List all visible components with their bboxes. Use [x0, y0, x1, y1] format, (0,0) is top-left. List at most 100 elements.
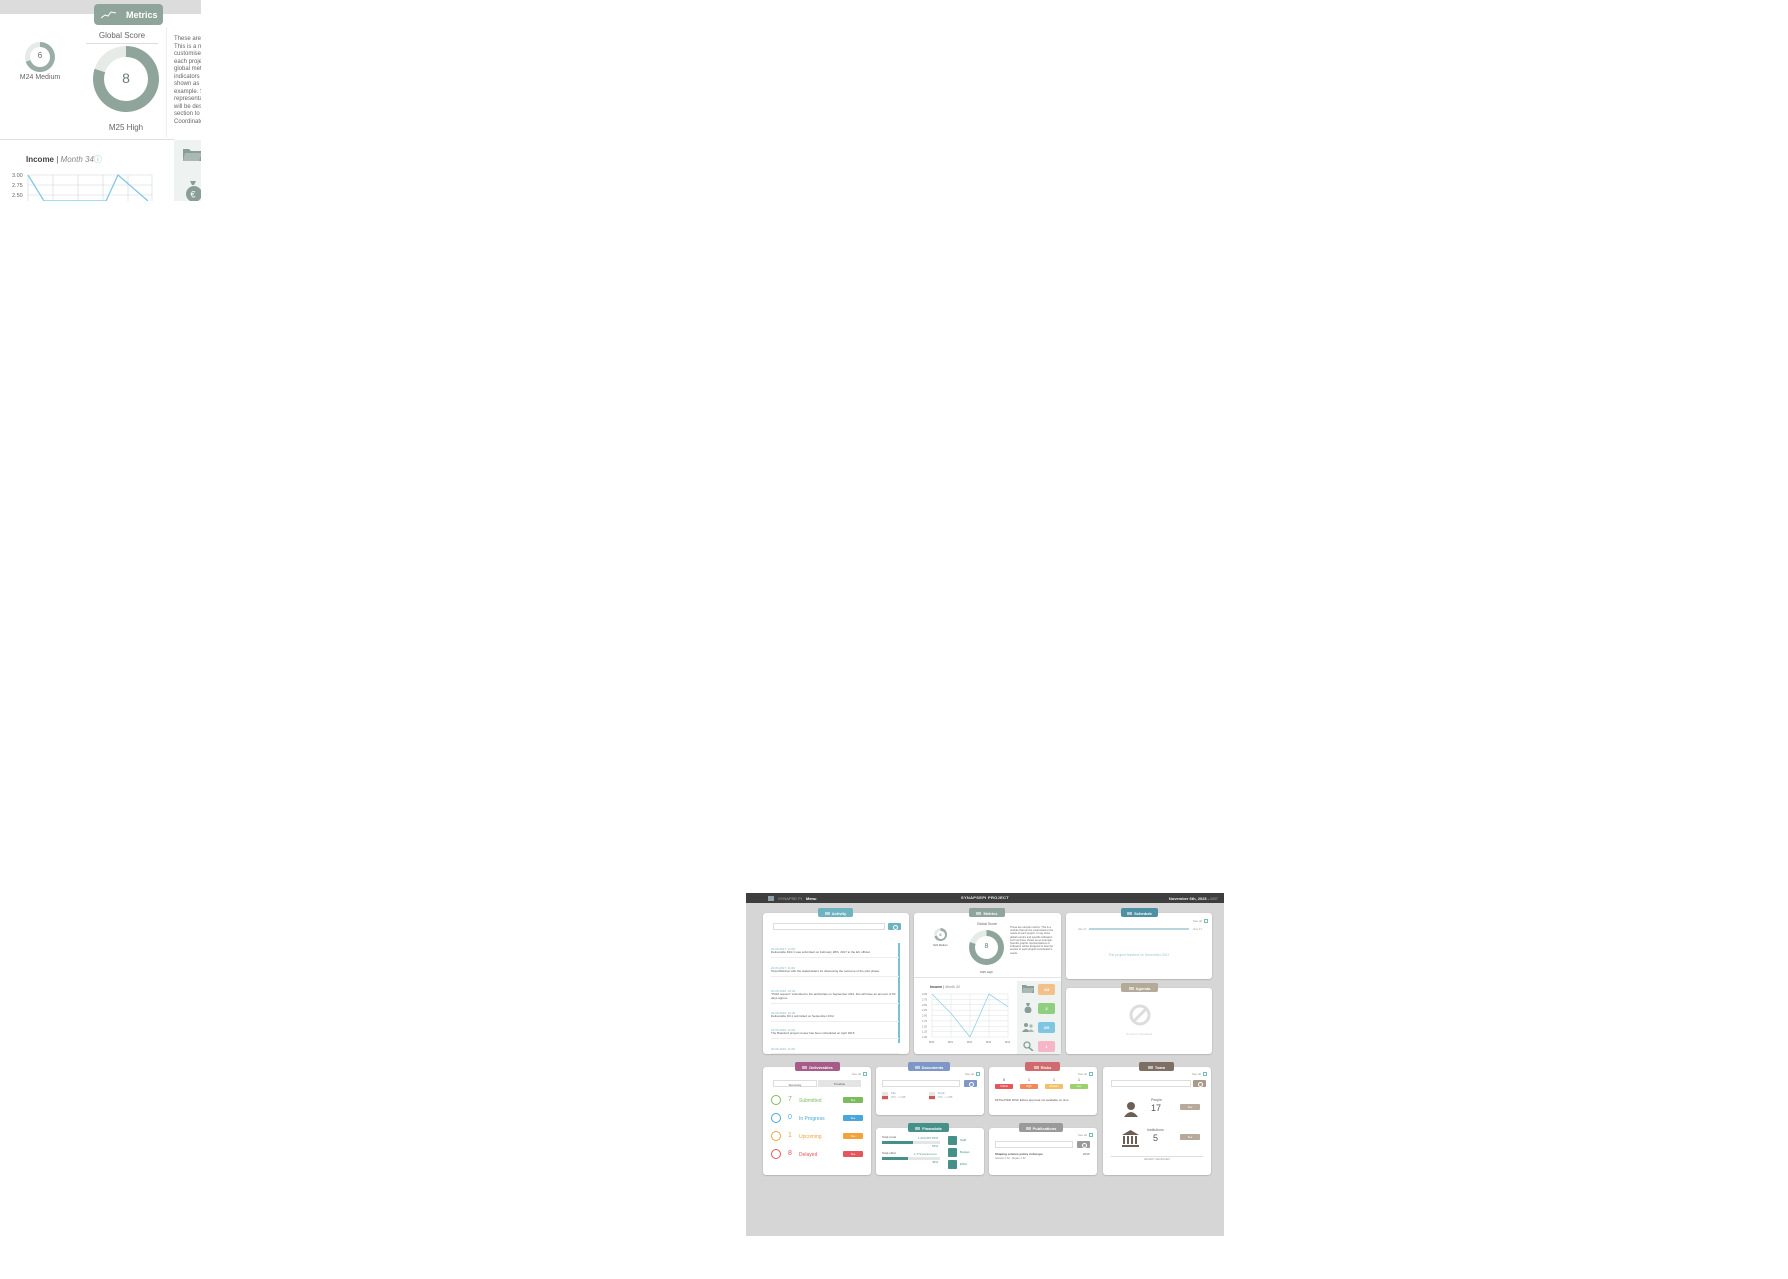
metric-tile[interactable]: 1/3 — [1038, 984, 1055, 995]
publication-year: 2016 — [1083, 1152, 1090, 1156]
institution-icon — [1122, 1130, 1139, 1147]
deliverables-tab[interactable]: Deliverables — [795, 1062, 840, 1071]
description-line: will be desi — [174, 103, 201, 110]
activity-item[interactable]: 20.06.2016, 11:00 — [771, 1047, 899, 1054]
global-score-value: 8 — [122, 70, 130, 86]
risk-level[interactable]: 1 Low — [1070, 1077, 1088, 1089]
metric-tile[interactable]: 1 — [1038, 1041, 1055, 1052]
people-label: People — [1151, 1098, 1162, 1102]
documents-tab[interactable]: Documents — [908, 1062, 950, 1071]
y-tick-label: 2.75 — [922, 997, 928, 1001]
metrics-tab-small[interactable]: Metrics — [969, 908, 1005, 917]
deliverable-status-row[interactable]: 1 Upcoming See — [771, 1130, 863, 1142]
income-info-text[interactable]: ⓘ — [94, 155, 102, 164]
team-search-input[interactable] — [1111, 1080, 1191, 1087]
publication-authors: Garcia J.M., Rojas J.M. — [995, 1156, 1027, 1160]
y-tick-label: 3.00 — [12, 173, 23, 179]
publications-tab-label: Publications — [1032, 1125, 1057, 1131]
description-line: indicators — [174, 73, 200, 80]
deliverable-status-row[interactable]: 7 Submitted See — [771, 1094, 863, 1106]
people-see-button[interactable]: See — [1180, 1104, 1200, 1110]
risk-level[interactable]: 1 High — [1020, 1077, 1038, 1089]
schedule-message: The project finished on December 2017 — [1108, 953, 1170, 957]
team-tab[interactable]: Team — [1139, 1062, 1174, 1071]
agenda-card: Agenda No items scheduled — [1066, 983, 1212, 1054]
schedule-see-all-link[interactable]: See all — [1193, 919, 1208, 924]
publications-see-all-link[interactable]: See all — [1078, 1133, 1093, 1138]
small-score-value: 6 — [936, 930, 945, 939]
agenda-tab[interactable]: Agenda — [1121, 983, 1158, 992]
financial-link-label: Effort — [960, 1162, 968, 1166]
team-see-all-link[interactable]: See all — [1191, 1072, 1207, 1077]
publications-search-button[interactable] — [1077, 1141, 1090, 1148]
people-icon — [1022, 1023, 1034, 1032]
metric-tile[interactable]: 2 — [1038, 1003, 1055, 1014]
activity-item[interactable]: 20.06.2017, 11:00 Deliverable D10.1 was s… — [771, 947, 899, 958]
income-line-zoom — [27, 174, 149, 201]
institutions-see-button[interactable]: See — [1180, 1134, 1200, 1140]
documents-search-input[interactable] — [882, 1080, 960, 1087]
recent-searches-label: RECENT SEARCHES — [1111, 1156, 1203, 1161]
activity-tab[interactable]: Activity — [818, 908, 853, 917]
risk-level[interactable]: 1 Medium — [1045, 1077, 1063, 1089]
publications-search-input[interactable] — [995, 1141, 1073, 1148]
documents-see-all-link[interactable]: See all — [965, 1072, 980, 1077]
see-button[interactable]: See — [843, 1133, 863, 1139]
external-link-icon — [1204, 919, 1208, 924]
see-button[interactable]: See — [843, 1097, 863, 1103]
risk-count: 0 — [1002, 1077, 1006, 1082]
no-items-icon — [1129, 1004, 1151, 1026]
deliverables-card: Deliverables See all Summary Timeline 7 S… — [763, 1062, 871, 1175]
documents-search-button[interactable] — [964, 1080, 977, 1087]
activity-icon — [824, 911, 830, 915]
deliverable-status-row[interactable]: 8 Delayed See — [771, 1148, 863, 1160]
risk-level[interactable]: 0 Critical — [995, 1077, 1013, 1089]
deliverables-see-all-link[interactable]: See all — [852, 1072, 867, 1077]
financials-tab[interactable]: Financials — [908, 1123, 949, 1132]
activity-item[interactable]: 22.06.2016, 11:00 The Brainlord project r… — [771, 1028, 899, 1039]
deliverable-status-row[interactable]: 0 In Progress See — [771, 1112, 863, 1124]
status-label: In Progress — [799, 1116, 825, 1122]
risk-count: 1 — [1077, 1077, 1081, 1082]
risks-card: Risks See all 0 Critical 1 High 1 Medium 1 Low … — [989, 1062, 1097, 1115]
file-meta: PDF - 1.2MB — [891, 1096, 906, 1099]
risks-see-all-link[interactable]: See all — [1078, 1072, 1093, 1077]
financial-icon — [948, 1148, 957, 1157]
small-score-donut: 6 — [25, 42, 55, 72]
activity-search-input[interactable] — [773, 923, 885, 930]
y-tick-label: 1.00 — [922, 1035, 928, 1039]
publications-tab[interactable]: Publications — [1019, 1123, 1063, 1132]
schedule-timeline-bar[interactable] — [1089, 928, 1189, 930]
see-button[interactable]: See — [843, 1151, 863, 1157]
agenda-message: No items scheduled — [1125, 1032, 1153, 1036]
schedule-start-label: Jan 17 — [1078, 927, 1087, 931]
activity-item[interactable]: 20.06.2017, 11:00 Telco/Webinar with the … — [771, 966, 899, 977]
folder-icon — [1022, 985, 1034, 993]
schedule-tab[interactable]: Schedule — [1121, 908, 1158, 917]
activity-item[interactable]: 20.06.2016, 10:40 "PGM request" submitted… — [771, 989, 899, 1004]
activity-tab-label: Activity — [831, 910, 847, 916]
x-tick-label: M33 — [929, 1040, 935, 1044]
global-score-label: Global Score — [976, 922, 998, 926]
see-button[interactable]: See — [843, 1115, 863, 1121]
see-all-text: See all — [1191, 1072, 1201, 1076]
risks-tab[interactable]: Risks — [1025, 1062, 1060, 1071]
external-link-icon — [863, 1072, 867, 1077]
team-search-button[interactable] — [1193, 1080, 1206, 1087]
top-bar: SYNAPSE PI Menu SYNAPSEPI PROJECT Novemb… — [746, 893, 1224, 903]
metric-tile[interactable]: 2/9 — [1038, 1022, 1055, 1033]
activity-item[interactable]: 22.06.2016, 10:40 Deliverable D3.1 submit… — [771, 1011, 899, 1022]
status-icon — [771, 1149, 781, 1159]
metrics-tab[interactable]: Metrics — [94, 4, 163, 25]
activity-search-button[interactable] — [888, 923, 901, 930]
small-score-label: M24 Medium — [19, 74, 61, 81]
description-line: representa — [174, 96, 201, 102]
costs-progress-fill — [882, 1141, 913, 1144]
tab-timeline[interactable]: Timeline — [818, 1080, 861, 1087]
status-count: 7 — [788, 1096, 792, 1103]
tab-summary[interactable]: Summary — [773, 1080, 817, 1087]
activity-date: 20.06.2016, 11:00 — [771, 1047, 795, 1051]
financial-icon — [948, 1160, 957, 1169]
activity-text: "PGM request" submitted to the authoriti… — [771, 992, 896, 1000]
effort-progress-fill — [882, 1157, 909, 1160]
